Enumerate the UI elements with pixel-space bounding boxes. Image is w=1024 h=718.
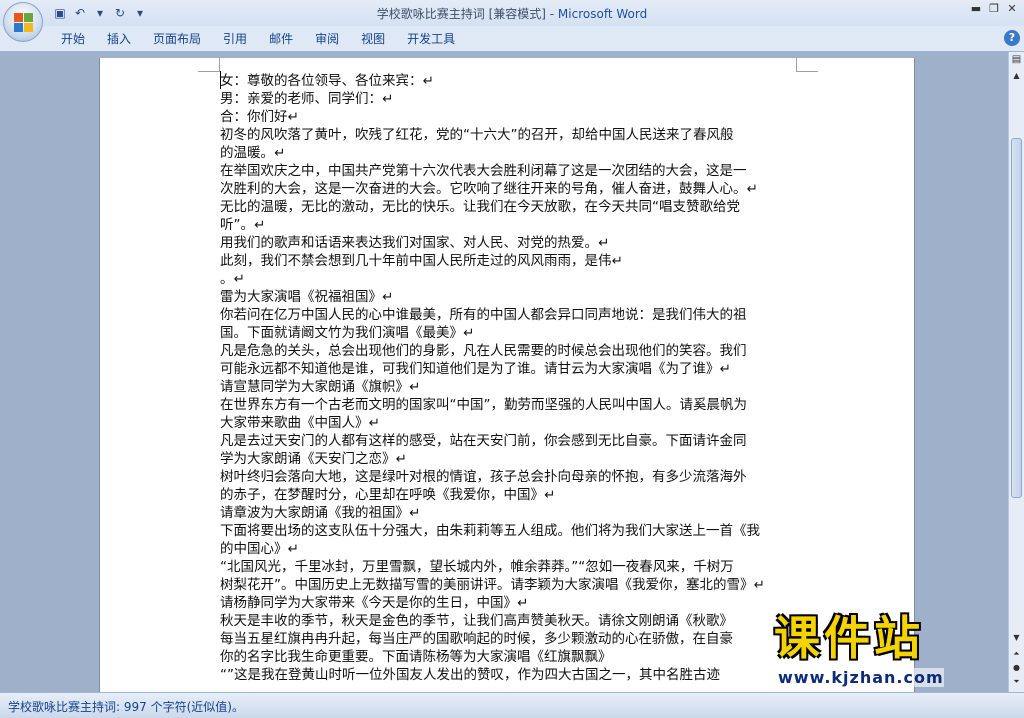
window-title: 学校歌咏比赛主持词 [兼容模式] - Microsoft Word xyxy=(0,5,1024,22)
office-logo-icon xyxy=(14,13,33,32)
scroll-down-icon[interactable]: ▼ xyxy=(1010,632,1023,644)
view-ruler-icon[interactable]: ▤ xyxy=(1010,54,1023,67)
close-icon[interactable]: ✕ xyxy=(1004,2,1020,16)
paragraph-line[interactable]: 听”。↵ xyxy=(220,216,798,234)
scroll-thumb[interactable] xyxy=(1011,138,1022,498)
tab-references[interactable]: 引用 xyxy=(212,31,258,47)
office-button[interactable] xyxy=(3,2,43,42)
tab-list: 开始 插入 页面布局 引用 邮件 审阅 视图 开发工具 xyxy=(50,31,466,47)
select-browse-object-icon[interactable]: ● xyxy=(1010,662,1023,674)
paragraph-line[interactable]: 的赤子，在梦醒时分，心里却在呼唤《我爱你，中国》↵ xyxy=(220,486,798,504)
paragraph-line[interactable]: 在举国欢庆之中，中国共产党第十六次代表大会胜利闭幕了这是一次团结的大会，这是一 xyxy=(220,162,798,180)
paragraph-line[interactable]: 雷为大家演唱《祝福祖国》↵ xyxy=(220,288,798,306)
paragraph-line[interactable]: 树梨花开”。中国历史上无数描写雪的美丽讲评。请李颖为大家演唱《我爱你，塞北的雪》… xyxy=(220,576,798,594)
watermark-logo: 课件站 www.kjzhan.com xyxy=(774,612,1010,692)
paragraph-line[interactable]: 的温暖。↵ xyxy=(220,144,798,162)
word-count-status[interactable]: 学校歌咏比赛主持词: 997 个字符(近似值)。 xyxy=(8,698,244,715)
watermark-url: www.kjzhan.com xyxy=(778,668,944,687)
paragraph-line[interactable]: 次胜利的大会，这是一次奋进的大会。它吹响了继往开来的号角，催人奋进，鼓舞人心。↵ xyxy=(220,180,798,198)
paragraph-line[interactable]: 你的名字比我生命更重要。下面请陈杨等为大家演唱《红旗飘飘》 xyxy=(220,648,798,666)
paragraph-line[interactable]: 下面将要出场的这支队伍十分强大，由朱莉莉等五人组成。他们将为我们大家送上一首《我 xyxy=(220,522,798,540)
tab-page-layout[interactable]: 页面布局 xyxy=(142,31,212,47)
document-body[interactable]: 女：尊敬的各位领导、各位来宾：↵ 男：亲爱的老师、同学们：↵ 合：你们好↵ 初冬… xyxy=(220,72,798,684)
minimize-icon[interactable]: ▬ xyxy=(968,2,984,16)
paragraph-line[interactable]: 请章波为大家朗诵《我的祖国》↵ xyxy=(220,504,798,522)
paragraph-line[interactable]: 男：亲爱的老师、同学们：↵ xyxy=(220,90,798,108)
tab-insert[interactable]: 插入 xyxy=(96,31,142,47)
paragraph-line[interactable]: 可能永远都不知道他是谁，可我们知道他们是为了谁。请甘云为大家演唱《为了谁》↵ xyxy=(220,360,798,378)
paragraph-line[interactable]: 请宣慧同学为大家朗诵《旗帜》↵ xyxy=(220,378,798,396)
tab-mailings[interactable]: 邮件 xyxy=(258,31,304,47)
paragraph-line[interactable]: “北国风光，千里冰封，万里雪飘，望长城内外，帷余莽莽。”“忽如一夜春风来，千树万 xyxy=(220,558,798,576)
paragraph-line[interactable]: 学为大家朗诵《天安门之恋》↵ xyxy=(220,450,798,468)
paragraph-line[interactable]: 秋天是丰收的季节，秋天是金色的季节，让我们高声赞美秋天。请徐文刚朗诵《秋歌》 xyxy=(220,612,798,630)
paragraph-line[interactable]: 。↵ xyxy=(220,270,798,288)
ribbon-tabs: 开始 插入 页面布局 引用 邮件 审阅 视图 开发工具 ? xyxy=(0,26,1024,52)
paragraph-line[interactable]: 树叶终归会落向大地，这是绿叶对根的情谊，孩子总会扑向母亲的怀抱，有多少流落海外 xyxy=(220,468,798,486)
scroll-up-icon[interactable]: ▲ xyxy=(1010,70,1023,82)
help-icon[interactable]: ? xyxy=(1004,30,1020,46)
next-page-icon[interactable]: ⏷ xyxy=(1010,676,1023,688)
tab-developer[interactable]: 开发工具 xyxy=(396,31,466,47)
previous-page-icon[interactable]: ⏶ xyxy=(1010,648,1023,660)
tab-view[interactable]: 视图 xyxy=(350,31,396,47)
paragraph-line[interactable]: “”这是我在登黄山时听一位外国友人发出的赞叹，作为四大古国之一，其中名胜古迹 xyxy=(220,666,798,684)
paragraph-line[interactable]: 无比的温暖，无比的激动，无比的快乐。让我们在今天放歌，在今天共同“唱支赞歌给党 xyxy=(220,198,798,216)
paragraph-line[interactable]: 初冬的风吹落了黄叶，吹残了红花，党的“十六大”的召开，却给中国人民送来了春风般 xyxy=(220,126,798,144)
restore-icon[interactable]: ❐ xyxy=(986,2,1002,16)
paragraph-line[interactable]: 每当五星红旗冉冉升起，每当庄严的国歌响起的时候，多少颗激动的心在骄傲，在自豪 xyxy=(220,630,798,648)
paragraph-line[interactable]: 的中国心》↵ xyxy=(220,540,798,558)
paragraph-line[interactable]: 用我们的歌声和话语来表达我们对国家、对人民、对党的热爱。↵ xyxy=(220,234,798,252)
window-controls: ▬ ❐ ✕ xyxy=(968,2,1020,16)
status-bar: 学校歌咏比赛主持词: 997 个字符(近似值)。 xyxy=(0,692,1024,718)
document-workspace: 女：尊敬的各位领导、各位来宾：↵ 男：亲爱的老师、同学们：↵ 合：你们好↵ 初冬… xyxy=(0,52,1008,692)
watermark-text: 课件站 xyxy=(774,611,924,665)
tab-home[interactable]: 开始 xyxy=(50,31,96,47)
document-page[interactable]: 女：尊敬的各位领导、各位来宾：↵ 男：亲爱的老师、同学们：↵ 合：你们好↵ 初冬… xyxy=(99,58,915,692)
tab-review[interactable]: 审阅 xyxy=(304,31,350,47)
paragraph-line[interactable]: 国。下面就请阚文竹为我们演唱《最美》↵ xyxy=(220,324,798,342)
vertical-scrollbar[interactable]: ▤ ▲ ▼ ⏶ ● ⏷ xyxy=(1008,52,1024,692)
paragraph-line[interactable]: 合：你们好↵ xyxy=(220,108,798,126)
margin-mark-top-right xyxy=(796,58,818,72)
margin-mark-top-left xyxy=(198,58,220,72)
title-bar: ▣ ↶ ▾ ↻ ▾ 学校歌咏比赛主持词 [兼容模式] - Microsoft W… xyxy=(0,0,1024,26)
document-title: 学校歌咏比赛主持词 [兼容模式] - xyxy=(376,7,558,21)
app-name: Microsoft Word xyxy=(557,7,648,21)
paragraph-line[interactable]: 女：尊敬的各位领导、各位来宾：↵ xyxy=(220,72,798,90)
paragraph-line[interactable]: 请杨静同学为大家带来《今天是你的生日，中国》↵ xyxy=(220,594,798,612)
paragraph-line[interactable]: 大家带来歌曲《中国人》↵ xyxy=(220,414,798,432)
paragraph-line[interactable]: 此刻，我们不禁会想到几十年前中国人民所走过的风风雨雨，是伟↵ xyxy=(220,252,798,270)
paragraph-line[interactable]: 凡是去过天安门的人都有这样的感受，站在天安门前，你会感到无比自豪。下面请许金同 xyxy=(220,432,798,450)
paragraph-line[interactable]: 在世界东方有一个古老而文明的国家叫“中国”，勤劳而坚强的人民叫中国人。请奚晨帆为 xyxy=(220,396,798,414)
paragraph-line[interactable]: 凡是危急的关头，总会出现他们的身影，凡在人民需要的时候总会出现他们的笑容。我们 xyxy=(220,342,798,360)
paragraph-line[interactable]: 你若问在亿万中国人民的心中谁最美，所有的中国人都会异口同声地说：是我们伟大的祖 xyxy=(220,306,798,324)
